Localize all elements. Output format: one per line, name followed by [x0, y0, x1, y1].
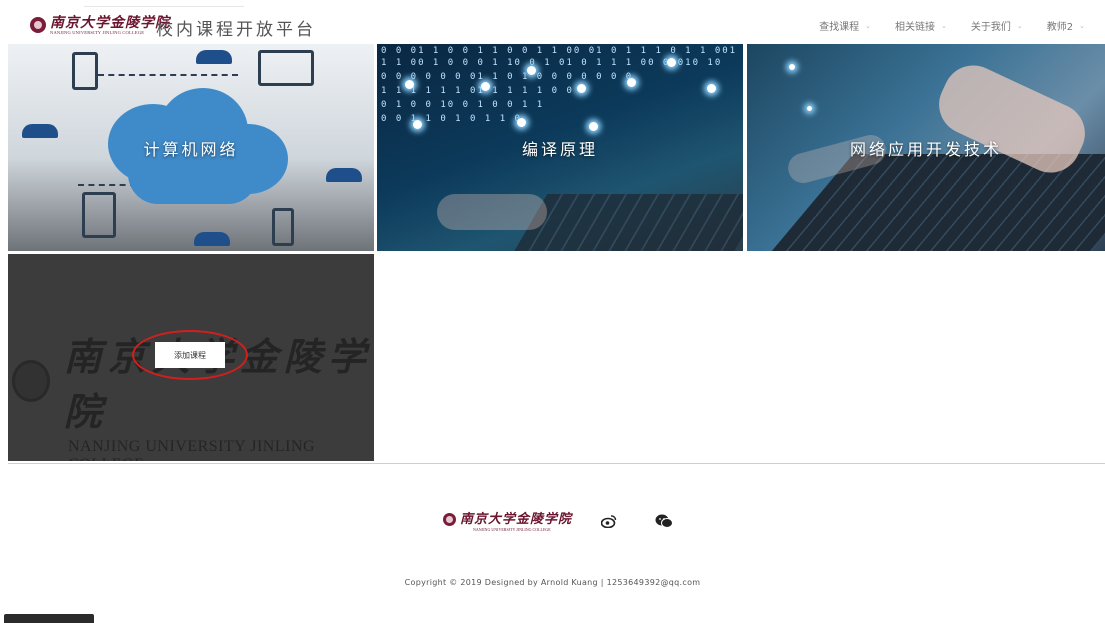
light-dot — [667, 58, 676, 67]
binary-decoration: 0 0 0 0 0 0 01 1 0 1 0 0 0 0 0 0 0 — [381, 72, 634, 82]
watermark-english-name: NANJING UNIVERSITY JINLING COLLEGE — [68, 438, 316, 461]
chevron-down-icon: ⌄ — [941, 21, 947, 30]
light-dot — [517, 118, 526, 127]
light-dot — [405, 80, 414, 89]
network-line-decoration — [98, 74, 238, 76]
light-dot — [527, 66, 536, 75]
top-nav: 查找课程 ⌄ 相关链接 ⌄ 关于我们 ⌄ 教师2 ⌄ — [795, 18, 1085, 34]
nav-user-menu[interactable]: 教师2 ⌄ — [1046, 18, 1085, 34]
nav-related-links[interactable]: 相关链接 ⌄ — [895, 18, 947, 34]
footer-divider — [8, 463, 1105, 464]
course-tile-computer-network[interactable]: 计算机网络 — [8, 44, 374, 251]
nav-label: 关于我们 — [970, 22, 1011, 33]
browser-status-bar — [4, 614, 94, 623]
college-seal-icon — [30, 17, 46, 33]
course-tile-compiler-principles[interactable]: 0 0 01 1 0 0 1 1 0 0 1 1 00 01 0 1 1 1 0… — [377, 44, 743, 251]
nav-find-courses[interactable]: 查找课程 ⌄ — [819, 18, 871, 34]
binary-decoration: 0 0 1 1 0 1 0 1 1 0 — [381, 114, 522, 124]
college-seal-icon — [12, 360, 50, 402]
light-dot — [481, 82, 490, 91]
people-icon — [326, 168, 362, 182]
people-icon — [196, 50, 232, 64]
platform-title: 校内课程开放平台 — [156, 20, 316, 40]
nav-label: 相关链接 — [895, 22, 935, 33]
top-header: 南京大学金陵学院 NANJING UNIVERSITY JINLING COLL… — [0, 0, 1105, 44]
binary-decoration: 0 0 01 1 0 0 1 1 0 0 1 1 00 01 0 1 1 1 0… — [381, 46, 743, 56]
binary-decoration: 0 1 0 0 10 0 1 0 0 1 1 — [381, 100, 545, 110]
hand-illustration — [437, 194, 547, 230]
nav-about-us[interactable]: 关于我们 ⌄ — [970, 18, 1023, 34]
tablet-icon — [82, 192, 116, 238]
course-title: 网络应用开发技术 — [849, 139, 1002, 159]
phone-icon — [72, 52, 98, 90]
phone-icon — [272, 208, 294, 246]
light-dot — [707, 84, 716, 93]
footer-logo-english-name: NANJING UNIVERSITY JINLING COLLEGE — [473, 527, 551, 532]
address-hint-line — [84, 6, 244, 7]
college-logo[interactable]: 南京大学金陵学院 NANJING UNIVERSITY JINLING COLL… — [30, 16, 170, 36]
add-course-button[interactable]: 添加课程 — [155, 342, 225, 368]
course-tile-web-app-development[interactable]: 网络应用开发技术 — [747, 44, 1105, 251]
college-seal-icon — [443, 513, 456, 526]
light-dot — [627, 78, 636, 87]
course-title: 计算机网络 — [143, 139, 239, 159]
copyright-text: Copyright © 2019 Designed by Arnold Kuan… — [404, 578, 701, 587]
weibo-icon[interactable] — [600, 514, 617, 532]
light-dot — [589, 122, 598, 131]
add-course-tile[interactable]: 南京大学金陵学院 NANJING UNIVERSITY JINLING COLL… — [8, 254, 374, 461]
chevron-down-icon: ⌄ — [1016, 21, 1023, 30]
people-icon — [194, 232, 230, 246]
light-dot — [807, 106, 812, 111]
logo-chinese-name: 南京大学金陵学院 — [50, 15, 170, 31]
light-dot — [789, 64, 795, 70]
footer-logo-chinese-name: 南京大学金陵学院 — [460, 512, 573, 527]
chevron-down-icon: ⌄ — [1079, 21, 1085, 30]
footer-college-logo[interactable]: 南京大学金陵学院 NANJING UNIVERSITY JINLING COLL… — [443, 513, 572, 532]
logo-english-name: NANJING UNIVERSITY JINLING COLLEGE — [50, 30, 145, 35]
course-title: 编译原理 — [521, 139, 598, 159]
nav-label: 查找课程 — [819, 22, 860, 33]
laptop-icon — [258, 50, 314, 86]
light-dot — [413, 120, 422, 129]
light-dot — [577, 84, 586, 93]
chevron-down-icon: ⌄ — [865, 21, 871, 30]
nav-label: 教师2 — [1046, 22, 1074, 33]
wechat-icon[interactable] — [655, 514, 673, 532]
course-grid: 计算机网络 0 0 01 1 0 0 1 1 0 0 1 1 00 01 0 1… — [8, 44, 1105, 462]
